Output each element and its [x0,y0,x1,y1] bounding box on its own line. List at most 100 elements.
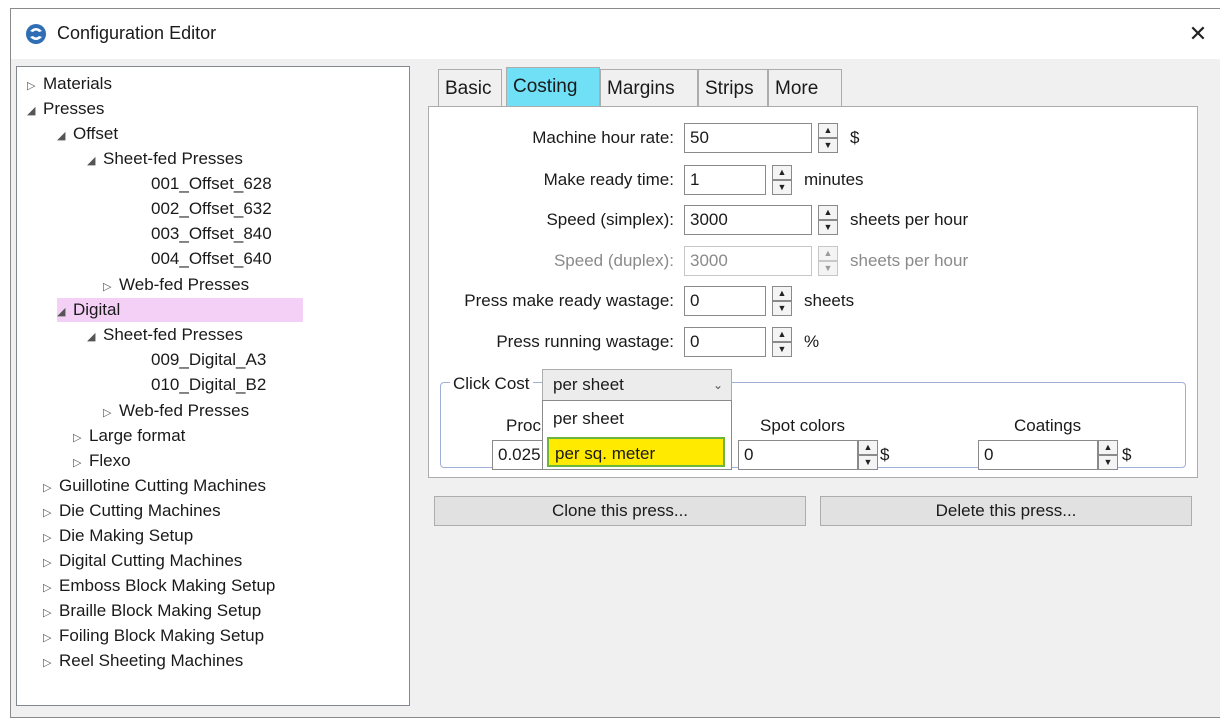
running-wastage-input[interactable]: 0 [684,327,766,357]
expand-arrow-icon[interactable]: ▷ [43,601,59,625]
tab-more[interactable]: More [768,69,842,107]
spin-down-icon: ▼ [818,261,838,276]
delete-press-button[interactable]: Delete this press... [820,496,1192,526]
tree-item-digital-webfed[interactable]: ▷ Web-fed Presses [103,399,249,423]
spin-down-icon[interactable]: ▼ [772,301,792,316]
spot-colors-input[interactable]: 0 [738,440,858,470]
tree-item-materials[interactable]: ▷ Materials [27,72,112,96]
tree-item-offset-webfed[interactable]: ▷ Web-fed Presses [103,273,249,297]
tree-item-digital-cutting[interactable]: ▷ Digital Cutting Machines [43,549,242,573]
expand-arrow-icon[interactable]: ▷ [103,275,119,299]
title-bar: Configuration Editor ✕ [11,9,1220,59]
spin-up-icon[interactable]: ▲ [818,205,838,220]
coatings-unit: $ [1122,445,1132,464]
spin-up-icon[interactable]: ▲ [858,440,878,455]
tree-item-offset[interactable]: ◢ Offset [57,122,118,146]
tree-label: Braille Block Making Setup [59,601,262,620]
option-per-sheet[interactable]: per sheet [547,404,725,434]
tree-item-foiling[interactable]: ▷ Foiling Block Making Setup [43,624,264,648]
tree-label: Guillotine Cutting Machines [59,476,266,495]
tree-item-digital-sheetfed[interactable]: ◢ Sheet-fed Presses [87,323,243,347]
tree-label: Large format [89,426,186,445]
clone-press-button[interactable]: Clone this press... [434,496,806,526]
expand-arrow-icon[interactable]: ▷ [73,451,89,475]
tree-item-digital[interactable]: ◢ Digital [57,298,303,322]
spin-down-icon[interactable]: ▼ [818,220,838,235]
speed-simplex-input[interactable]: 3000 [684,205,812,235]
spin-down-icon[interactable]: ▼ [858,455,878,470]
expand-arrow-icon[interactable]: ▷ [43,626,59,650]
spin-up-icon[interactable]: ▲ [772,165,792,180]
make-ready-wastage-spinner[interactable]: ▲ ▼ [772,286,792,316]
make-ready-wastage-unit: sheets [804,291,855,310]
expand-arrow-icon[interactable]: ▷ [43,651,59,675]
tree-item-press[interactable]: 002_Offset_632 [151,197,272,221]
expand-arrow-icon[interactable]: ▷ [103,401,119,425]
tree-item-reel-sheeting[interactable]: ▷ Reel Sheeting Machines [43,649,243,673]
collapse-arrow-icon[interactable]: ◢ [27,99,43,123]
collapse-arrow-icon[interactable]: ◢ [57,124,73,148]
tab-costing[interactable]: Costing [506,67,600,107]
tree-item-emboss[interactable]: ▷ Emboss Block Making Setup [43,574,275,598]
expand-arrow-icon[interactable]: ▷ [43,501,59,525]
speed-duplex-label: Speed (duplex): [553,251,674,270]
make-ready-wastage-input[interactable]: 0 [684,286,766,316]
click-cost-dropdown[interactable]: per sheet ⌄ [542,369,732,401]
spin-up-icon[interactable]: ▲ [772,286,792,301]
running-wastage-spinner[interactable]: ▲ ▼ [772,327,792,357]
tab-strips[interactable]: Strips [698,69,768,107]
spin-up-icon[interactable]: ▲ [772,327,792,342]
make-ready-time-input[interactable]: 1 [684,165,766,195]
tab-basic[interactable]: Basic [438,69,502,107]
category-tree[interactable]: ▷ Materials ◢ Presses ◢ Offset ◢ Sheet-fed P… [16,66,410,706]
expand-arrow-icon[interactable]: ▷ [43,551,59,575]
expand-arrow-icon[interactable]: ▷ [73,426,89,450]
process-colors-label: Proc [506,416,541,435]
machine-hour-rate-input[interactable]: 50 [684,123,812,153]
tree-label: Reel Sheeting Machines [59,651,244,670]
tree-item-guillotine[interactable]: ▷ Guillotine Cutting Machines [43,474,266,498]
spin-down-icon[interactable]: ▼ [1098,455,1118,470]
tree-item-offset-sheetfed[interactable]: ◢ Sheet-fed Presses [87,147,243,171]
speed-duplex-unit: sheets per hour [850,251,969,270]
tree-item-press[interactable]: 001_Offset_628 [151,172,272,196]
coatings-spinner[interactable]: ▲ ▼ [1098,440,1118,470]
tree-item-press[interactable]: 009_Digital_A3 [151,348,266,372]
tab-margins[interactable]: Margins [600,69,698,107]
chevron-down-icon[interactable]: ⌄ [713,370,723,400]
option-per-sq-meter[interactable]: per sq. meter [547,437,725,467]
machine-hour-rate-spinner[interactable]: ▲ ▼ [818,123,838,153]
expand-arrow-icon[interactable]: ▷ [27,74,43,98]
expand-arrow-icon[interactable]: ▷ [43,526,59,550]
collapse-arrow-icon[interactable]: ◢ [87,325,103,349]
tree-item-press[interactable]: 003_Offset_840 [151,222,272,246]
tree-item-press[interactable]: 010_Digital_B2 [151,373,266,397]
tree-item-large-format[interactable]: ▷ Large format [73,424,185,448]
spin-down-icon[interactable]: ▼ [818,138,838,153]
expand-arrow-icon[interactable]: ▷ [43,576,59,600]
collapse-arrow-icon[interactable]: ◢ [87,149,103,173]
collapse-arrow-icon[interactable]: ◢ [57,300,73,324]
tree-item-flexo[interactable]: ▷ Flexo [73,449,131,473]
speed-duplex-input: 3000 [684,246,812,276]
app-logo-icon [26,24,46,44]
speed-simplex-spinner[interactable]: ▲ ▼ [818,205,838,235]
speed-simplex-label: Speed (simplex): [546,210,674,229]
click-cost-options-list[interactable]: per sheet per sq. meter [542,400,732,470]
spin-down-icon[interactable]: ▼ [772,342,792,357]
tree-item-die-cutting[interactable]: ▷ Die Cutting Machines [43,499,221,523]
tree-item-die-making[interactable]: ▷ Die Making Setup [43,524,193,548]
spin-up-icon[interactable]: ▲ [818,123,838,138]
spin-up-icon[interactable]: ▲ [1098,440,1118,455]
spin-down-icon[interactable]: ▼ [772,180,792,195]
spot-colors-spinner[interactable]: ▲ ▼ [858,440,878,470]
tree-item-press[interactable]: 004_Offset_640 [151,247,272,271]
coatings-input[interactable]: 0 [978,440,1098,470]
running-wastage-unit: % [804,332,820,351]
tree-item-braille[interactable]: ▷ Braille Block Making Setup [43,599,261,623]
tree-label: Sheet-fed Presses [103,325,243,344]
tree-item-presses[interactable]: ◢ Presses [27,97,104,121]
close-icon[interactable]: ✕ [1183,19,1213,49]
expand-arrow-icon[interactable]: ▷ [43,476,59,500]
make-ready-time-spinner[interactable]: ▲ ▼ [772,165,792,195]
